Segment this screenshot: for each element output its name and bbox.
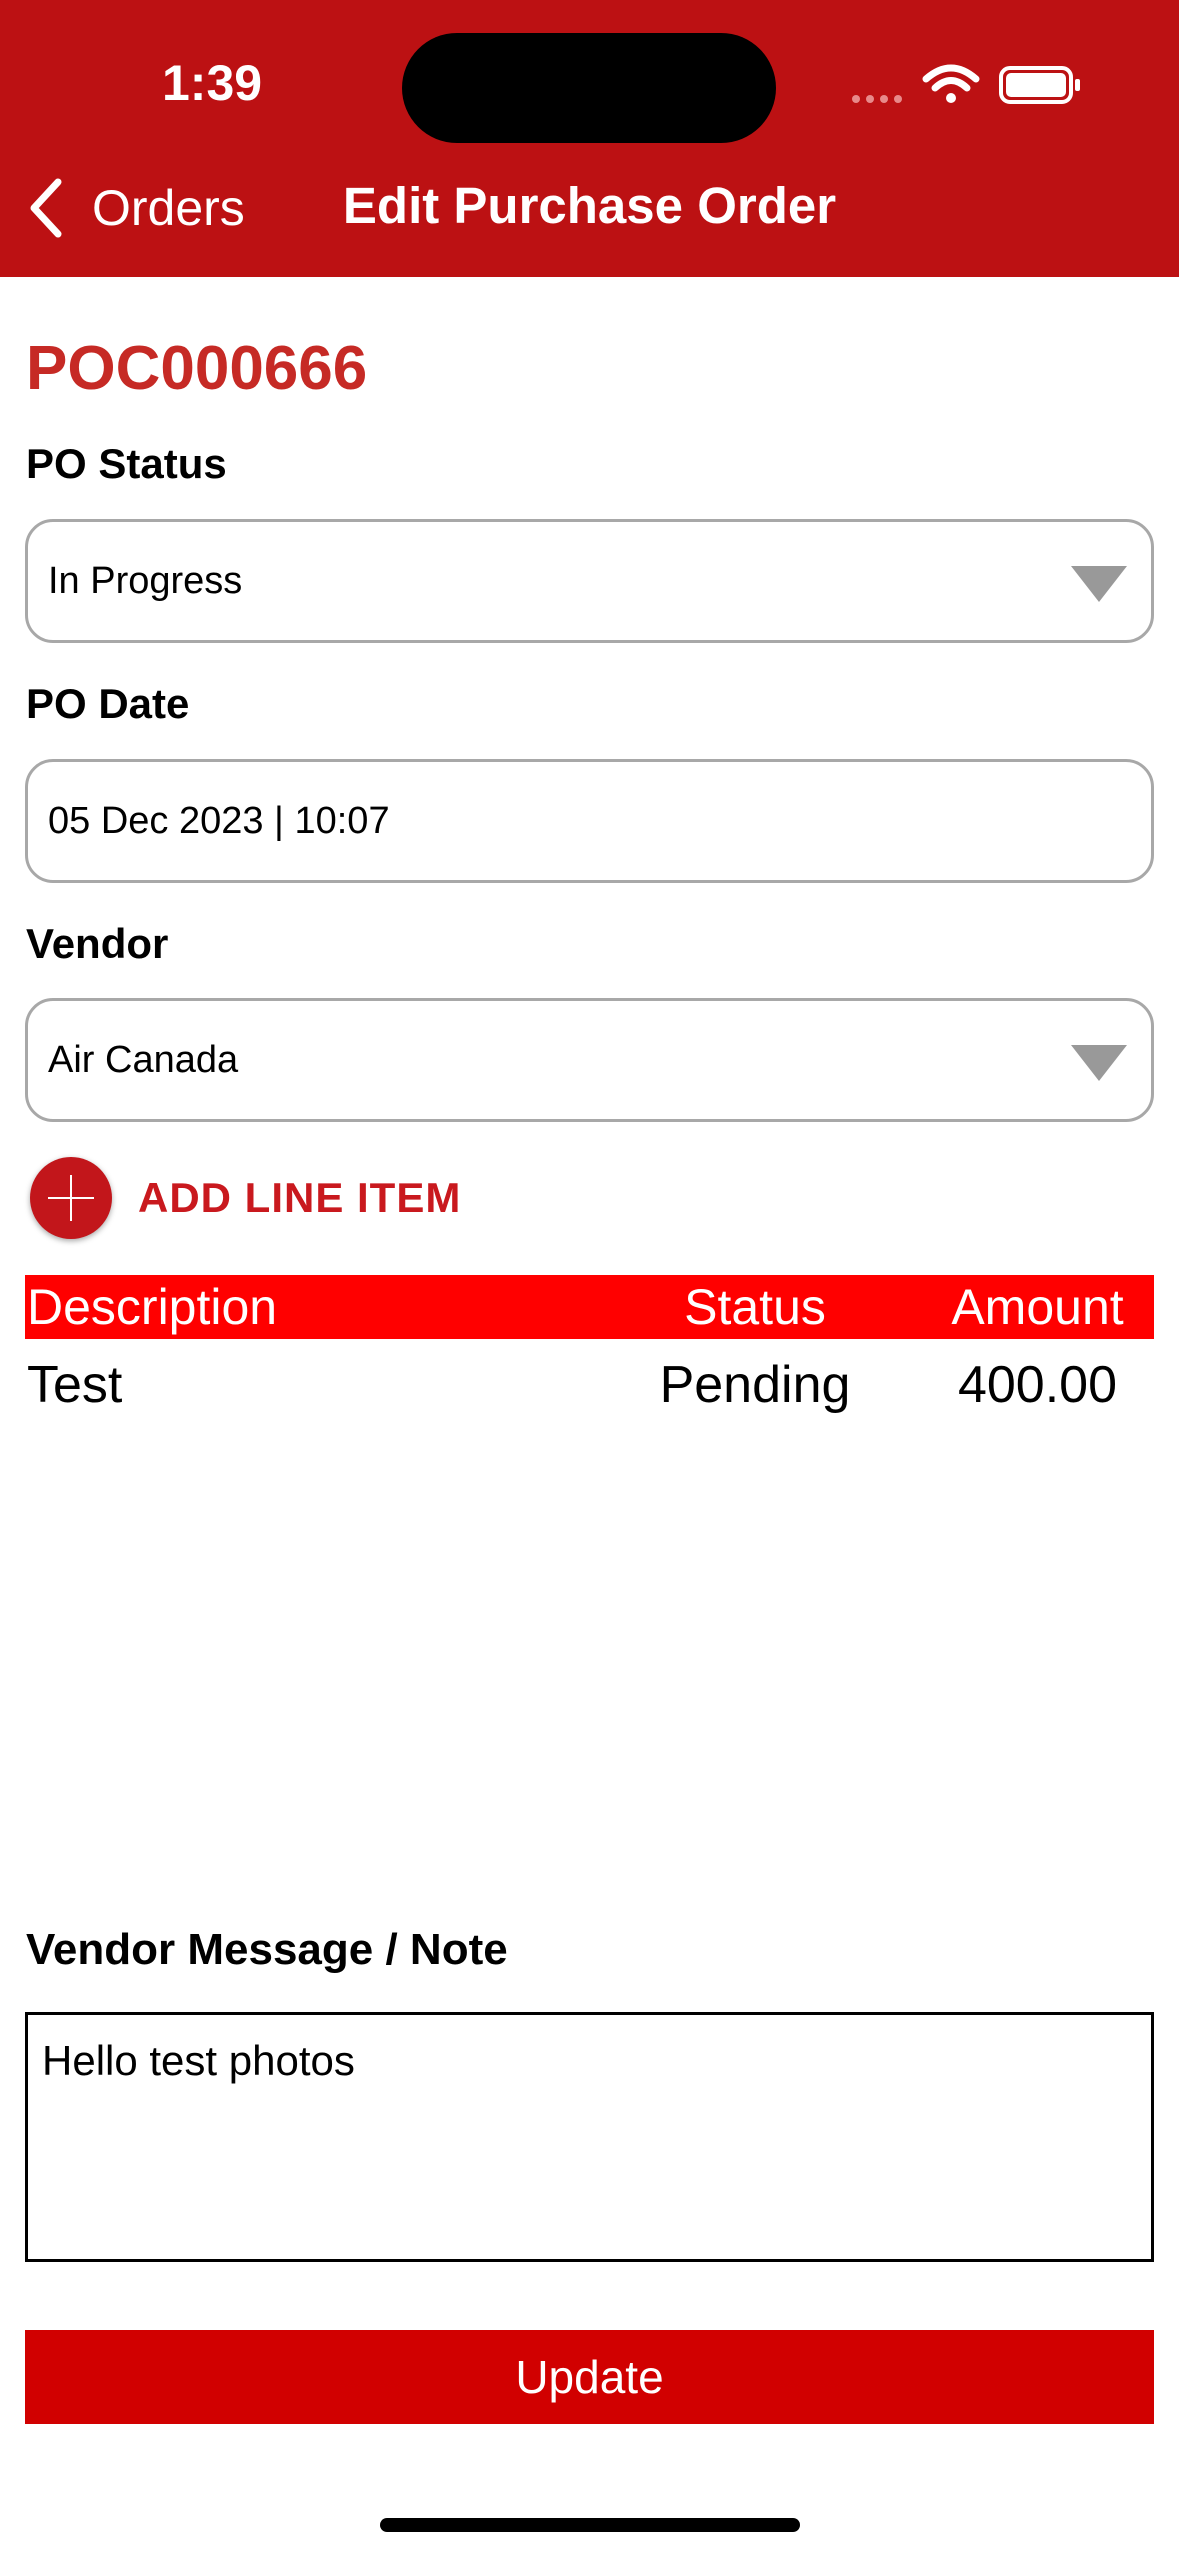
update-button[interactable]: Update xyxy=(25,2330,1154,2424)
page-title: Edit Purchase Order xyxy=(342,177,837,234)
dropdown-arrow-icon xyxy=(1071,1045,1127,1081)
add-line-item-button[interactable]: ADD LINE ITEM xyxy=(30,1155,461,1241)
po-date-field[interactable]: 05 Dec 2023 | 10:07 xyxy=(25,759,1154,883)
po-status-label: PO Status xyxy=(26,440,227,487)
column-header-status: Status xyxy=(684,1279,826,1335)
po-date-label: PO Date xyxy=(26,680,190,727)
add-line-item-label: ADD LINE ITEM xyxy=(138,1174,462,1221)
status-time: 1:39 xyxy=(162,55,263,111)
dynamic-island xyxy=(402,33,776,143)
plus-circle-icon xyxy=(30,1157,112,1239)
row-status: Pending xyxy=(659,1356,851,1414)
vendor-note-label: Vendor Message / Note xyxy=(26,1925,508,1974)
po-status-dropdown[interactable]: In Progress xyxy=(25,519,1154,643)
app-header: 1:39 Orders Edit Purchase Order xyxy=(0,0,1179,277)
vendor-note-input[interactable]: Hello test photos xyxy=(25,2012,1154,2262)
home-indicator[interactable] xyxy=(380,2518,800,2532)
column-header-amount: Amount xyxy=(951,1279,1124,1335)
battery-icon xyxy=(999,66,1080,104)
table-row[interactable]: Test Pending 400.00 xyxy=(25,1350,1154,1420)
po-status-value: In Progress xyxy=(48,559,243,602)
row-amount: 400.00 xyxy=(957,1356,1118,1414)
po-number: POC000666 xyxy=(26,334,368,403)
wifi-icon xyxy=(922,64,980,103)
status-icons xyxy=(852,64,1080,104)
vendor-value: Air Canada xyxy=(48,1038,239,1081)
column-header-description: Description xyxy=(27,1279,278,1335)
vendor-label: Vendor xyxy=(26,920,169,967)
po-date-value: 05 Dec 2023 | 10:07 xyxy=(48,799,390,842)
dropdown-arrow-icon xyxy=(1071,566,1127,602)
vendor-dropdown[interactable]: Air Canada xyxy=(25,998,1154,1122)
line-items-table-header: Description Status Amount xyxy=(25,1275,1154,1339)
row-description: Test xyxy=(27,1356,123,1414)
signal-dots-icon xyxy=(852,95,902,103)
